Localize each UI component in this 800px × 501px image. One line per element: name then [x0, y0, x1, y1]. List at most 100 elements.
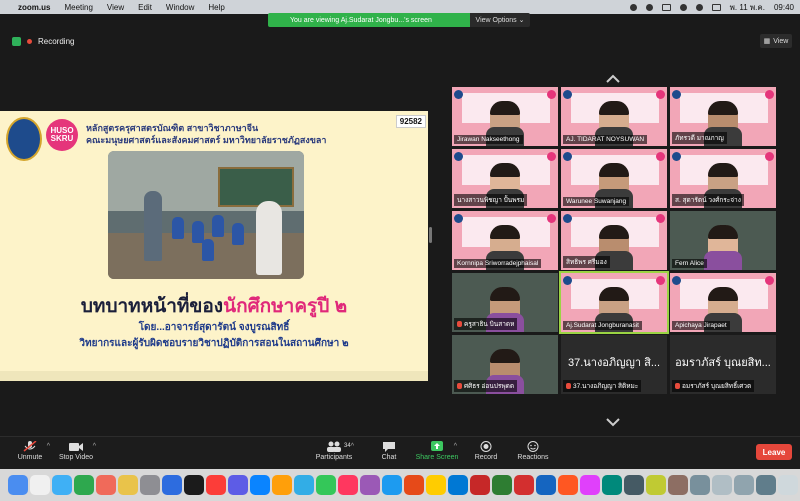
zoom-status-icon[interactable]: [629, 3, 637, 11]
view-options-button[interactable]: View Options ⌄: [470, 13, 530, 27]
shield-icon[interactable]: [12, 37, 21, 46]
dock-app-icon[interactable]: [250, 475, 270, 495]
dock-app-icon[interactable]: [668, 475, 688, 495]
dock-app-icon[interactable]: [228, 475, 248, 495]
view-button[interactable]: ▦ View: [760, 34, 792, 48]
stop-video-button[interactable]: Stop Video ^: [46, 441, 106, 461]
shared-screen[interactable]: HUSO SKRU หลักสูตรครุศาสตรบัณฑิต สาขาวิช…: [0, 111, 428, 381]
participant-hair: [490, 287, 520, 301]
dock-app-icon[interactable]: [30, 475, 50, 495]
dock-app-icon[interactable]: [624, 475, 644, 495]
participant-tile[interactable]: ส. สุดารัตน์ วงศ์กระจ่าง: [670, 149, 776, 208]
menu-edit[interactable]: Edit: [138, 3, 152, 12]
menu-meeting[interactable]: Meeting: [64, 3, 92, 12]
dock-app-icon[interactable]: [470, 475, 490, 495]
dock-app-icon[interactable]: [8, 475, 28, 495]
control-center-icon[interactable]: [711, 3, 721, 11]
slide-code-badge: 92582: [395, 115, 426, 128]
dock-app-icon[interactable]: [580, 475, 600, 495]
participant-name: Aj.Sudarat Jongburanasit: [566, 322, 639, 329]
dock-app-icon[interactable]: [118, 475, 138, 495]
menubar-time[interactable]: 09:40: [774, 3, 794, 12]
participant-tile[interactable]: ครูสาธิน บินสาดห: [452, 273, 558, 332]
dock-app-icon[interactable]: [206, 475, 226, 495]
dock-app-icon[interactable]: [382, 475, 402, 495]
menu-help[interactable]: Help: [208, 3, 224, 12]
participant-tile[interactable]: Aj.Sudarat Jongburanasit: [559, 271, 669, 334]
slide-heading-2: คณะมนุษยศาสตร์และสังคมศาสตร์ มหาวิทยาลัย…: [86, 135, 327, 145]
participant-name: Jirawan Nakseethong: [457, 136, 520, 143]
participant-hair: [599, 101, 629, 115]
participant-tile[interactable]: Fern Alice: [670, 211, 776, 270]
background-logo: [563, 152, 572, 161]
reactions-button[interactable]: Reactions: [503, 441, 563, 461]
participant-name-label: ภัทรวดี มาณกาญ: [672, 132, 727, 144]
participant-tile[interactable]: ภัทรวดี มาณกาญ: [670, 87, 776, 146]
participant-tile[interactable]: นางสาวนพิชญา ปั้นพรม: [452, 149, 558, 208]
dock-app-icon[interactable]: [404, 475, 424, 495]
dock-app-icon[interactable]: [162, 475, 182, 495]
caret-up-icon[interactable]: ^: [351, 443, 354, 450]
slide-title-prefix: บทบาทหน้าที่ของ: [80, 296, 224, 317]
dock-app-icon[interactable]: [360, 475, 380, 495]
record-icon: [480, 441, 492, 452]
dock-app-icon[interactable]: [316, 475, 336, 495]
participants-button[interactable]: Participants 34 ^: [304, 441, 364, 461]
dock-app-icon[interactable]: [140, 475, 160, 495]
participant-tile[interactable]: Jirawan Nakseethong: [452, 87, 558, 146]
dock-app-icon[interactable]: [52, 475, 72, 495]
gallery-down-icon[interactable]: [606, 415, 620, 429]
menubar-date[interactable]: พ. 11 พ.ค.: [730, 1, 765, 14]
participant-name-label: AJ. TIDARAT NOYSUWAN: [563, 135, 648, 144]
participant-tile[interactable]: Apichaya Jirapaet: [670, 273, 776, 332]
participant-name: ศศิธร อ่อนปรพุดด: [464, 383, 515, 390]
dock-app-icon[interactable]: [734, 475, 754, 495]
participant-tile[interactable]: Warunee Suwanjang: [561, 149, 667, 208]
dock-app-icon[interactable]: [690, 475, 710, 495]
battery-icon[interactable]: [661, 3, 671, 11]
dock-app-icon[interactable]: [294, 475, 314, 495]
participant-hair: [599, 163, 629, 177]
menu-window[interactable]: Window: [166, 3, 194, 12]
dock-app-icon[interactable]: [536, 475, 556, 495]
dock-app-icon[interactable]: [426, 475, 446, 495]
menu-view[interactable]: View: [107, 3, 124, 12]
dock-app-icon[interactable]: [338, 475, 358, 495]
mac-menubar: zoom.us Meeting View Edit Window Help พ.…: [0, 0, 800, 14]
dock-app-icon[interactable]: [514, 475, 534, 495]
dock-app-icon[interactable]: [272, 475, 292, 495]
participant-tile[interactable]: Kornnipa Sriworradejphaisal: [452, 211, 558, 270]
photo-chalkboard: [218, 167, 294, 207]
dock-app-icon[interactable]: [646, 475, 666, 495]
dock-app-icon[interactable]: [448, 475, 468, 495]
dock-app-icon[interactable]: [492, 475, 512, 495]
dock-app-icon[interactable]: [96, 475, 116, 495]
wifi-icon[interactable]: [695, 3, 703, 11]
background-logo: [672, 90, 681, 99]
participant-tile[interactable]: AJ. TIDARAT NOYSUWAN: [561, 87, 667, 146]
bluetooth-icon[interactable]: [679, 3, 687, 11]
menu-app-name[interactable]: zoom.us: [18, 3, 50, 12]
participant-tile[interactable]: ศศิธร อ่อนปรพุดด: [452, 335, 558, 394]
dock-app-icon[interactable]: [558, 475, 578, 495]
participant-tile[interactable]: 37.นางอภิญญา สิ... 37.นางอภิญญา สิติหมะ: [561, 335, 667, 394]
chat-label: Chat: [381, 454, 397, 461]
caret-up-icon[interactable]: ^: [93, 443, 96, 450]
participant-name-label: สิทธิพร ศรีมอง: [563, 256, 610, 268]
dock-app-icon[interactable]: [778, 475, 798, 495]
dock-app-icon[interactable]: [184, 475, 204, 495]
background-logo: [656, 276, 665, 285]
dock-app-icon[interactable]: [602, 475, 622, 495]
leave-button[interactable]: Leave: [756, 444, 792, 460]
dock-app-icon[interactable]: [756, 475, 776, 495]
participant-name: AJ. TIDARAT NOYSUWAN: [566, 136, 645, 143]
participant-name-label: Jirawan Nakseethong: [454, 135, 523, 144]
participant-tile[interactable]: อมราภัสร์ บุณยสิท... อมราภัสร์ บุณยสิทธิ์…: [670, 335, 776, 394]
participant-hair: [599, 287, 629, 301]
gallery-up-icon[interactable]: [606, 72, 620, 86]
line-icon[interactable]: [645, 3, 653, 11]
dock-app-icon[interactable]: [712, 475, 732, 495]
dock-app-icon[interactable]: [74, 475, 94, 495]
participant-tile[interactable]: สิทธิพร ศรีมอง: [561, 211, 667, 270]
split-resize-handle[interactable]: [429, 227, 432, 243]
